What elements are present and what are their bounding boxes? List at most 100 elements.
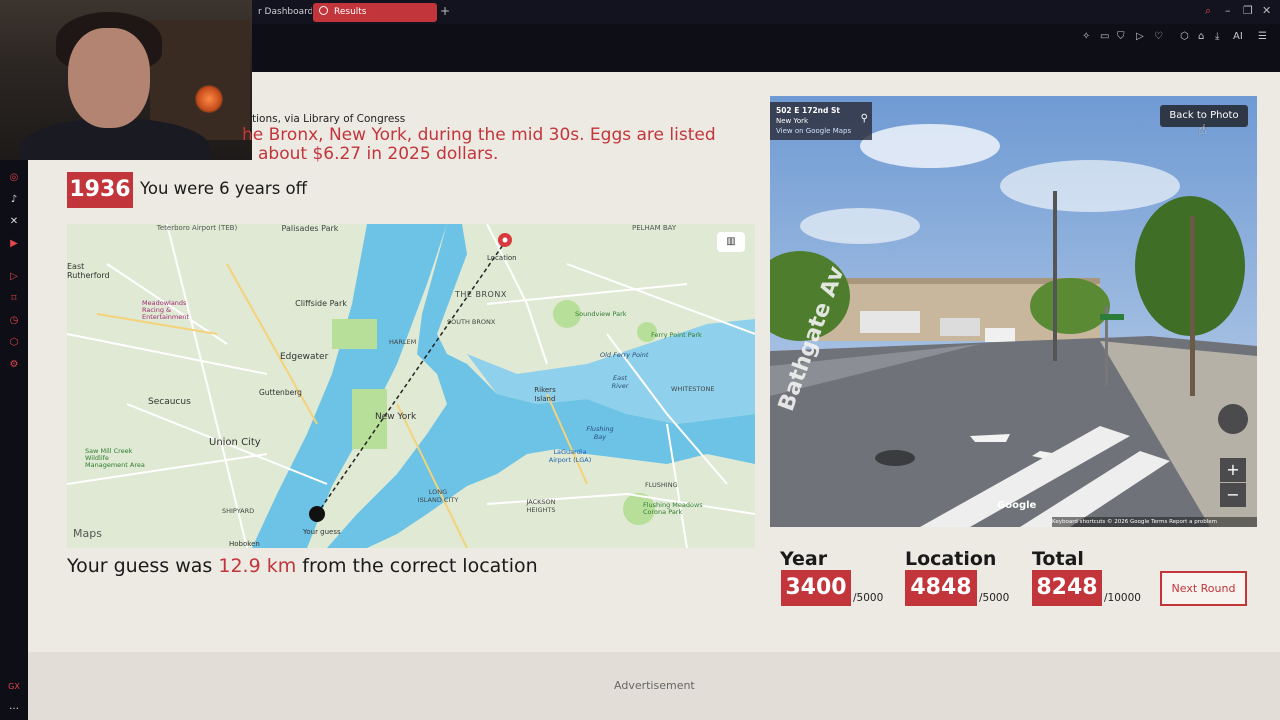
city-name: New York xyxy=(776,117,809,125)
download-icon[interactable]: ⤓ xyxy=(1215,31,1219,42)
zoom-in-button[interactable]: + xyxy=(1220,458,1246,482)
restore-icon[interactable]: ❐ xyxy=(1243,4,1253,17)
description-line-1: he Bronx, New York, during the mid 30s. … xyxy=(242,125,716,145)
screenshot-icon[interactable]: ▭ xyxy=(1100,31,1109,42)
play-icon[interactable]: ▷ xyxy=(8,271,20,283)
minimize-icon[interactable]: – xyxy=(1225,4,1231,17)
description-line-2: about $6.27 in 2025 dollars. xyxy=(258,144,499,164)
pin-icon[interactable]: ✧ xyxy=(1082,31,1090,42)
tab-label: r Dashboard xyxy=(258,7,312,17)
correct-year-badge: 1936 xyxy=(67,172,133,208)
extension-icon[interactable]: ⬡ xyxy=(8,337,20,349)
tiktok-icon[interactable]: ♪ xyxy=(8,194,20,206)
settings-icon[interactable]: ⚙ xyxy=(8,359,20,371)
map-label-new-york: New York xyxy=(375,412,417,422)
globe-icon xyxy=(319,6,328,15)
menu-icon[interactable]: ☰ xyxy=(1258,31,1267,42)
map-label-ferry-point: Ferry Point Park xyxy=(651,331,702,339)
map-label-south-bronx: SOUTH BRONX xyxy=(447,318,496,326)
close-icon[interactable]: ✕ xyxy=(1262,4,1271,17)
play-icon[interactable]: ▷ xyxy=(1136,31,1144,42)
map-label-pelham: PELHAM BAY xyxy=(632,224,677,232)
new-tab-button[interactable]: + xyxy=(440,4,450,18)
map-label-flushing-bay: Flushing Bay xyxy=(586,425,614,441)
clock-icon[interactable]: ◷ xyxy=(8,315,20,327)
location-score-value: 4848 xyxy=(905,570,977,606)
year-score-max: /5000 xyxy=(853,592,884,604)
map-label-meadowlands: Meadowlands Racing & Entertainment xyxy=(142,299,189,321)
search-icon[interactable]: ⌕ xyxy=(1205,4,1211,18)
map-label-laguardia: LaGuardia Airport (LGA) xyxy=(548,448,592,464)
maps-brand-label: Maps xyxy=(73,527,102,540)
map-icon: ▥ xyxy=(726,236,736,247)
next-round-button[interactable]: Next Round xyxy=(1160,571,1247,606)
map-label-cliffside: Cliffside Park xyxy=(295,299,347,308)
photo-source-caption: tions, via Library of Congress xyxy=(252,113,406,125)
guess-prefix: Your guess was xyxy=(67,555,213,577)
map-label-soundview: Soundview Park xyxy=(575,310,627,318)
map-label-old-ferry: Old Ferry Point xyxy=(600,351,649,359)
ai-button[interactable]: AI xyxy=(1233,31,1243,42)
apple-maps-logo: Maps xyxy=(73,527,102,540)
map-label-guttenberg: Guttenberg xyxy=(259,388,302,397)
youtube-icon[interactable]: ▶ xyxy=(8,238,20,250)
street-view-address-card: 502 E 172nd St New York View on Google M… xyxy=(770,102,872,140)
more-icon[interactable]: … xyxy=(8,701,20,713)
street-view-footer: Keyboard shortcuts © 2026 Google Terms R… xyxy=(1052,517,1257,527)
map-label-flushing-meadows: Flushing Meadows Corona Park xyxy=(643,501,703,516)
shield-icon[interactable]: ⛉ xyxy=(1117,31,1125,42)
map-pin-icon[interactable]: ⚲ xyxy=(861,114,868,124)
map-label-east-river: East River xyxy=(611,374,629,390)
map-label-palisades: Palisades Park xyxy=(281,224,339,233)
guess-distance-value: 12.9 km xyxy=(218,555,297,577)
map-label-long-island-city: LONG ISLAND CITY xyxy=(417,488,459,504)
heart-icon[interactable]: ♡ xyxy=(1154,31,1163,42)
location-score-label: Location xyxy=(905,548,997,570)
year-score-label: Year xyxy=(780,548,828,570)
x-icon[interactable]: ✕ xyxy=(8,216,20,228)
tab-results[interactable]: Results xyxy=(313,3,437,22)
map-label-union-city: Union City xyxy=(209,437,261,448)
map-label-edgewater: Edgewater xyxy=(280,352,329,362)
webcam-lamp xyxy=(195,85,223,113)
map-canvas xyxy=(67,224,755,548)
map-label-east-rutherford: East Rutherford xyxy=(67,262,110,280)
guess-suffix: from the correct location xyxy=(302,555,538,577)
extension-icon[interactable]: ⬡ xyxy=(1180,31,1189,42)
location-score-max: /5000 xyxy=(979,592,1010,604)
street-view-panel[interactable]: 502 E 172nd St New York View on Google M… xyxy=(770,96,1257,527)
cursor-icon: ☝ xyxy=(1198,122,1207,138)
map-label-rikers: Rikers Island xyxy=(534,386,556,403)
map-label-the-bronx: THE BRONX xyxy=(455,290,507,299)
total-score-label: Total xyxy=(1032,548,1084,570)
map-label-teterboro: Teterboro Airport (TEB) xyxy=(156,224,238,232)
gx-icon[interactable]: GX xyxy=(8,681,20,693)
result-map[interactable]: Location Your guess Palisades Park Teter… xyxy=(67,224,755,548)
map-type-button[interactable]: ▥ xyxy=(717,232,745,252)
map-label-harlem: HARLEM xyxy=(389,338,417,346)
view-on-google-maps-link[interactable]: View on Google Maps xyxy=(776,126,866,136)
photo-description: he Bronx, New York, during the mid 30s. … xyxy=(68,126,758,164)
map-label-sawmill: Saw Mill Creek Wildlife Management Area xyxy=(85,447,145,469)
guess-distance-text: Your guess was 12.9 km from the correct … xyxy=(67,555,538,577)
webcam-person-face xyxy=(68,28,150,128)
map-label-secaucus: Secaucus xyxy=(148,397,191,407)
total-score-value: 8248 xyxy=(1032,570,1102,606)
map-label-location: Location xyxy=(487,254,517,262)
screen: r Dashboard Results + ⌕ – ❐ ✕ ✧ ▭ ⛉ ▷ ♡ … xyxy=(0,0,1280,720)
map-label-whitestone: WHITESTONE xyxy=(671,385,715,393)
google-logo: Google xyxy=(997,500,1037,511)
tab-dashboard[interactable]: r Dashboard xyxy=(252,3,312,22)
tab-label: Results xyxy=(334,7,367,17)
year-difference-text: You were 6 years off xyxy=(140,179,308,198)
total-score-max: /10000 xyxy=(1104,592,1141,604)
browser-sidebar: ◎ ♪ ✕ ▶ ▷ ⌑ ◷ ⬡ ⚙ GX … xyxy=(0,160,28,720)
year-score-value: 3400 xyxy=(781,570,851,606)
instagram-icon[interactable]: ◎ xyxy=(8,172,20,184)
bookmark-icon[interactable]: ⌑ xyxy=(8,293,20,305)
map-label-hoboken: Hoboken xyxy=(229,540,260,548)
zoom-out-button[interactable]: − xyxy=(1220,483,1246,507)
lock-icon[interactable]: ⌂ xyxy=(1198,31,1204,42)
advertisement-label: Advertisement xyxy=(614,679,695,692)
compass-icon[interactable] xyxy=(1218,404,1248,434)
